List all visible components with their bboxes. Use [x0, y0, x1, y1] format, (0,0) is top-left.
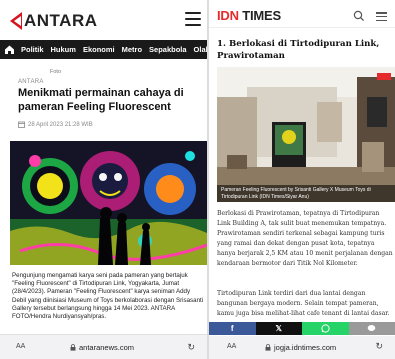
antara-page: ANTARA Politik Hukum Ekonomi Metro Sepak… — [0, 0, 207, 359]
nav-item-ekonomi[interactable]: Ekonomi — [83, 45, 115, 54]
idntimes-logo-idn: IDN — [217, 8, 239, 23]
url-field[interactable]: jogja.idntimes.com — [265, 343, 336, 352]
photo-caption: Pengunjung mengamati karya seni pada pam… — [12, 272, 204, 321]
url-field[interactable]: antaranews.com — [70, 343, 134, 352]
whatsapp-share-button[interactable] — [302, 322, 349, 335]
hamburger-menu-icon[interactable] — [185, 12, 201, 26]
x-icon: 𝕏 — [275, 324, 282, 333]
article-photo[interactable]: Pameran Feeling Fluorescent by Srisanti … — [217, 67, 395, 202]
article-paragraph-1: Berlokasi di Prawirotaman, tepatnya di T… — [217, 210, 393, 267]
article-title: Menikmati permainan cahaya di pameran Fe… — [18, 87, 184, 113]
home-icon[interactable] — [4, 44, 15, 55]
url-text: antaranews.com — [79, 343, 135, 352]
search-icon[interactable] — [353, 10, 365, 22]
antara-logo[interactable]: ANTARA — [10, 10, 98, 32]
article-category[interactable]: ANTARA — [18, 79, 44, 85]
article-photo[interactable] — [10, 141, 207, 265]
facebook-icon: f — [230, 324, 234, 333]
lock-icon — [265, 344, 271, 351]
browser-address-bar: AA antaranews.com ↻ — [0, 334, 207, 359]
nav-item-hukum[interactable]: Hukum — [51, 45, 76, 54]
nav-item-metro[interactable]: Metro — [122, 45, 142, 54]
reload-icon[interactable]: ↻ — [375, 341, 383, 352]
nav-item-sepakbola[interactable]: Sepakbola — [149, 45, 187, 54]
article-date-text: 28 April 2023 21:28 WIB — [28, 121, 93, 128]
reader-aa-button[interactable]: AA — [227, 343, 236, 350]
foto-label: Foto — [50, 69, 62, 75]
section-heading: 1. Berlokasi di Tirtodipuran Link, Prawi… — [217, 39, 380, 61]
calendar-icon — [18, 121, 25, 128]
chat-bubble-icon — [367, 325, 376, 331]
nav-item-olahraga[interactable]: Olahraga — [194, 45, 207, 54]
reload-icon[interactable]: ↻ — [187, 342, 195, 353]
share-bar: f 𝕏 — [209, 322, 395, 335]
idntimes-logo-times: TIMES — [242, 8, 281, 23]
nav-item-politik[interactable]: Politik — [21, 45, 44, 54]
idntimes-header: IDN TIMES — [209, 0, 395, 28]
article-date: 28 April 2023 21:28 WIB — [18, 121, 93, 128]
url-text: jogja.idntimes.com — [274, 343, 337, 352]
lock-icon — [70, 344, 76, 351]
antara-logo-text: ANTARA — [24, 11, 98, 30]
hamburger-menu-icon[interactable] — [376, 12, 387, 21]
photo-caption: Pameran Feeling Fluorescent by Srisanti … — [217, 185, 395, 202]
whatsapp-icon — [321, 324, 330, 333]
copy-link-button[interactable] — [348, 322, 395, 335]
antara-logo-mark-icon — [10, 12, 22, 30]
article-paragraph-2: Tirtodipuran Link terdiri dari dua lanta… — [217, 290, 390, 317]
reader-aa-button[interactable]: AA — [16, 343, 25, 350]
idntimes-page: IDN TIMES 1. Berlokasi di Tirtodipuran L… — [209, 0, 395, 359]
browser-address-bar: AA jogja.idntimes.com ↻ — [209, 336, 395, 359]
facebook-share-button[interactable]: f — [209, 322, 256, 335]
idntimes-logo[interactable]: IDN TIMES — [217, 8, 281, 23]
x-share-button[interactable]: 𝕏 — [255, 322, 302, 335]
antara-header: ANTARA — [0, 6, 207, 36]
antara-nav-bar: Politik Hukum Ekonomi Metro Sepakbola Ol… — [0, 40, 207, 59]
